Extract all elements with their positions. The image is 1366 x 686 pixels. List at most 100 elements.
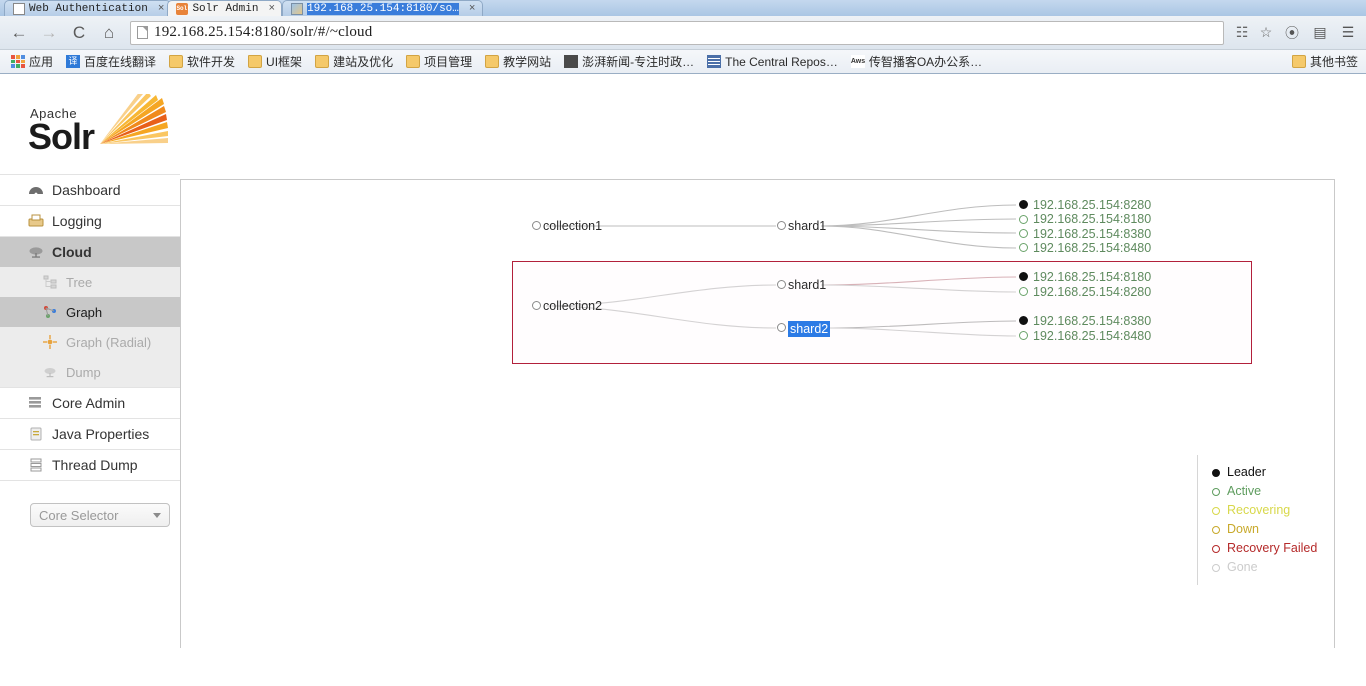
bookmark-apps[interactable]: 应用 <box>6 52 58 71</box>
sidebar-item-graph-radial[interactable]: Graph (Radial) <box>0 327 180 357</box>
browser-tab-1[interactable]: Solr Solr Admin × <box>167 0 283 16</box>
legend-label: Recovering <box>1227 503 1291 517</box>
node-marker-collection1[interactable] <box>532 221 541 230</box>
bookmark-baidu-translate[interactable]: 译 百度在线翻译 <box>61 52 161 71</box>
sidebar-item-label: Logging <box>52 213 102 229</box>
sidebar-item-dump[interactable]: Dump <box>0 357 180 387</box>
node-marker-c2-s2-replica-1[interactable] <box>1019 331 1028 340</box>
sidebar-group-core-admin: Core Admin <box>0 387 180 418</box>
browser-tab-0[interactable]: Web Authentication × <box>4 0 172 16</box>
node-label-c2-shard1[interactable]: shard1 <box>788 278 826 292</box>
tab-title: 192.168.25.154:8180/so… <box>307 2 459 15</box>
sidebar-item-logging[interactable]: Logging <box>0 206 180 236</box>
tab-close-icon[interactable]: × <box>158 3 165 15</box>
url-text: 192.168.25.154:8180/solr/#/~cloud <box>154 24 373 40</box>
chrome-menu-icon[interactable]: ☰ <box>1336 21 1360 45</box>
node-label-c1-s1-replica-3[interactable]: 192.168.25.154:8480 <box>1033 241 1151 255</box>
tab-close-icon[interactable]: × <box>469 3 476 15</box>
node-label-c2-s1-replica-0[interactable]: 192.168.25.154:8180 <box>1033 270 1151 284</box>
sidebar-item-tree[interactable]: Tree <box>0 267 180 297</box>
bookmark-label: 传智播客OA办公系… <box>868 55 983 69</box>
folder-icon <box>169 55 184 68</box>
node-label-c1-shard1[interactable]: shard1 <box>788 219 826 233</box>
pengpai-icon <box>564 55 579 68</box>
node-label-c2-s2-replica-1[interactable]: 192.168.25.154:8480 <box>1033 329 1151 343</box>
bookmark-folder-project[interactable]: 项目管理 <box>401 52 477 71</box>
sidebar-item-label: Java Properties <box>52 426 150 442</box>
node-marker-c1-s1-replica-2[interactable] <box>1019 229 1028 238</box>
node-marker-collection2[interactable] <box>532 301 541 310</box>
bookmark-folder-ui[interactable]: UI框架 <box>243 52 307 71</box>
sidebar-item-java-properties[interactable]: Java Properties <box>0 419 180 449</box>
sidebar-item-label: Dump <box>66 364 101 380</box>
home-button[interactable]: ⌂ <box>96 20 122 46</box>
node-marker-c2-s1-replica-1[interactable] <box>1019 287 1028 296</box>
bookmark-folder-teaching[interactable]: 教学网站 <box>480 52 556 71</box>
node-label-collection1[interactable]: collection1 <box>543 219 602 233</box>
core-selector-dropdown[interactable]: Core Selector <box>30 503 170 527</box>
tree-icon <box>42 274 58 290</box>
node-marker-c1-shard1[interactable] <box>777 221 786 230</box>
bookmark-folder-software[interactable]: 软件开发 <box>164 52 240 71</box>
legend-label: Gone <box>1227 560 1258 574</box>
solr-icon: Solr <box>176 2 191 15</box>
node-label-collection2[interactable]: collection2 <box>543 299 602 313</box>
sidebar-item-core-admin[interactable]: Core Admin <box>0 388 180 418</box>
legend-dot-active-icon <box>1212 487 1220 496</box>
extension-icon[interactable]: ▤ <box>1308 21 1332 45</box>
maven-icon <box>707 55 722 68</box>
graph-edges <box>545 204 1017 337</box>
address-bar[interactable]: 192.168.25.154:8180/solr/#/~cloud <box>130 20 1224 45</box>
node-marker-c2-s2-replica-0[interactable] <box>1019 316 1028 325</box>
bookmark-maven-central[interactable]: The Central Repos… <box>702 54 843 70</box>
node-label-c1-s1-replica-2[interactable]: 192.168.25.154:8380 <box>1033 227 1151 241</box>
node-label-c2-s2-replica-0[interactable]: 192.168.25.154:8380 <box>1033 314 1151 328</box>
bookmark-pengpai[interactable]: 澎湃新闻-专注时政… <box>559 52 699 71</box>
translate-icon[interactable]: ☷ <box>1232 23 1252 43</box>
forward-button[interactable]: → <box>36 20 62 46</box>
node-marker-c2-shard2[interactable] <box>777 323 786 332</box>
bookmark-oa[interactable]: Aws 传智播客OA办公系… <box>846 52 987 71</box>
bookmark-label: UI框架 <box>266 55 303 69</box>
back-button[interactable]: ← <box>6 20 32 46</box>
sidebar-group-thread-dump: Thread Dump <box>0 449 180 481</box>
sidebar-item-cloud[interactable]: Cloud <box>0 237 180 267</box>
node-label-c1-s1-replica-0[interactable]: 192.168.25.154:8280 <box>1033 198 1151 212</box>
other-bookmarks-button[interactable]: 其他书签 <box>1291 53 1358 70</box>
legend-item-recovery-failed: Recovery Failed <box>1212 539 1325 558</box>
document-icon <box>13 2 25 15</box>
dump-icon <box>42 364 58 380</box>
bookmark-label: 软件开发 <box>187 55 236 69</box>
sidebar-item-graph[interactable]: Graph <box>0 297 180 327</box>
node-marker-c1-s1-replica-0[interactable] <box>1019 200 1028 209</box>
legend-label: Down <box>1227 522 1259 536</box>
sidebar-item-thread-dump[interactable]: Thread Dump <box>0 450 180 480</box>
node-marker-c1-s1-replica-3[interactable] <box>1019 243 1028 252</box>
sidebar-item-label: Core Admin <box>52 395 126 411</box>
navigation-bar: ← → C ⌂ 192.168.25.154:8180/solr/#/~clou… <box>0 16 1366 49</box>
sidebar-item-label: Graph <box>66 304 103 320</box>
node-marker-c2-shard1[interactable] <box>777 280 786 289</box>
legend-item-recovering: Recovering <box>1212 501 1325 520</box>
evernote-icon[interactable]: ⦿ <box>1280 21 1304 45</box>
node-marker-c2-s1-replica-0[interactable] <box>1019 272 1028 281</box>
legend-item-gone: Gone <box>1212 558 1325 577</box>
bookmark-folder-site[interactable]: 建站及优化 <box>310 52 398 71</box>
solr-logo[interactable]: Apache Solr <box>28 94 168 157</box>
node-label-c2-s1-replica-1[interactable]: 192.168.25.154:8280 <box>1033 285 1151 299</box>
sidebar-item-dashboard[interactable]: Dashboard <box>0 175 180 205</box>
tab-close-icon[interactable]: × <box>268 3 275 15</box>
legend-dot-leader-icon <box>1212 468 1220 477</box>
node-label-c2-shard2[interactable]: shard2 <box>788 321 831 337</box>
reload-button[interactable]: C <box>66 20 92 46</box>
sidebar: Apache Solr Dashboard Logging Cloud Tree… <box>0 74 180 648</box>
browser-tab-2[interactable]: 192.168.25.154:8180/so… × <box>282 0 483 16</box>
bookmark-label: 建站及优化 <box>333 55 394 69</box>
node-marker-c1-s1-replica-1[interactable] <box>1019 215 1028 224</box>
legend-label: Active <box>1227 484 1262 498</box>
star-icon[interactable]: ☆ <box>1256 23 1276 43</box>
bookmark-label: 教学网站 <box>503 55 552 69</box>
legend-label: Recovery Failed <box>1227 541 1318 555</box>
bookmarks-bar: 应用 译 百度在线翻译 软件开发 UI框架 建站及优化 项目管理 教学网站 澎湃 <box>0 49 1366 73</box>
node-label-c1-s1-replica-1[interactable]: 192.168.25.154:8180 <box>1033 212 1151 226</box>
